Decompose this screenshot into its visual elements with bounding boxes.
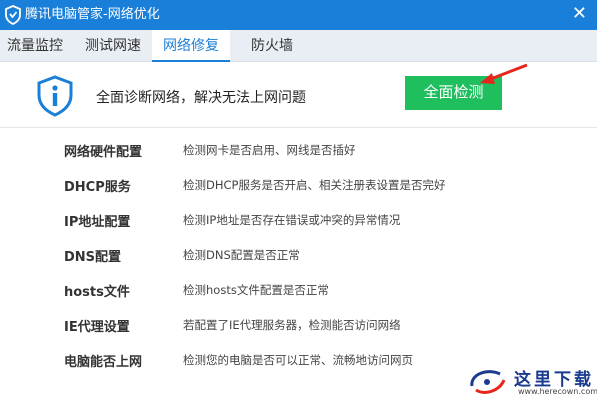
watermark-url: www.herecown.com (518, 387, 597, 396)
check-name: IE代理设置 (64, 320, 130, 335)
shield-info-icon (37, 75, 73, 117)
check-description: 若配置了IE代理服务器，检测能否访问网络 (183, 318, 401, 332)
window-title: 腾讯电脑管家-网络优化 (25, 7, 160, 22)
check-row: hosts文件 检测hosts文件配置是否正常 (0, 281, 597, 301)
diagnosis-message: 全面诊断网络，解决无法上网问题 (96, 90, 306, 106)
check-description: 检测DNS配置是否正常 (183, 248, 300, 262)
tencent-shield-logo-icon (5, 5, 21, 25)
tab-bar: 流量监控 测试网速 网络修复 防火墙 (0, 30, 597, 62)
check-description: 检测hosts文件配置是否正常 (183, 283, 329, 297)
check-description: 检测DHCP服务是否开启、相关注册表设置是否完好 (183, 178, 446, 192)
site-watermark: 这里下载 www.herecown.com (466, 362, 597, 400)
check-name: DHCP服务 (64, 180, 131, 195)
watermark-logo-icon (470, 370, 506, 394)
check-name: DNS配置 (64, 250, 122, 265)
check-row: IE代理设置 若配置了IE代理服务器，检测能否访问网络 (0, 316, 597, 336)
check-description: 检测IP地址是否存在错误或冲突的异常情况 (183, 213, 401, 227)
red-arrow-annotation-icon (480, 63, 528, 84)
check-row: DHCP服务 检测DHCP服务是否开启、相关注册表设置是否完好 (0, 176, 597, 196)
title-bar: 腾讯电脑管家-网络优化 ✕ (0, 0, 597, 30)
check-row: IP地址配置 检测IP地址是否存在错误或冲突的异常情况 (0, 211, 597, 231)
check-description: 检测您的电脑是否可以正常、流畅地访问网页 (183, 353, 413, 367)
diagnosis-header: 全面诊断网络，解决无法上网问题 全面检测 (0, 62, 597, 128)
check-row: DNS配置 检测DNS配置是否正常 (0, 246, 597, 266)
check-row: 网络硬件配置 检测网卡是否启用、网线是否插好 (0, 141, 597, 161)
check-description: 检测网卡是否启用、网线是否插好 (183, 143, 356, 157)
check-name: 电脑能否上网 (64, 355, 143, 370)
close-icon[interactable]: ✕ (572, 5, 587, 23)
check-name: 网络硬件配置 (64, 145, 143, 160)
check-name: hosts文件 (64, 285, 130, 300)
tab-traffic-monitor[interactable]: 流量监控 (0, 30, 70, 62)
check-name: IP地址配置 (64, 215, 131, 230)
tab-network-repair[interactable]: 网络修复 (152, 30, 230, 62)
tab-speed-test[interactable]: 测试网速 (78, 30, 148, 62)
tab-firewall[interactable]: 防火墙 (238, 30, 306, 62)
